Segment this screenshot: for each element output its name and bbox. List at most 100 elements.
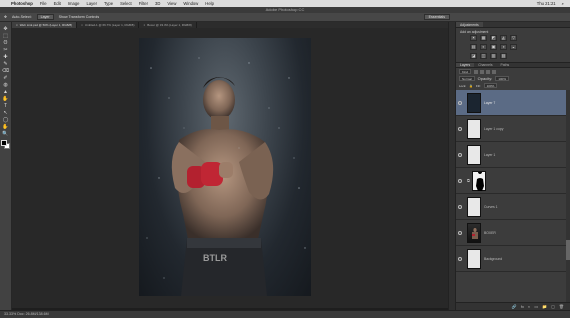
panel-dock-strip[interactable] [448,22,456,310]
menu-type[interactable]: Type [104,1,113,6]
color-swatches[interactable] [1,140,10,149]
add-mask-icon[interactable]: ▭ [534,304,538,309]
shape-filter-icon[interactable] [492,69,497,74]
hue-saturation-icon[interactable]: ▤ [470,44,477,50]
zoom-tool-icon[interactable]: 🔍 [2,131,10,137]
layer-row[interactable]: Layer 7 [456,90,570,116]
shape-tool-icon[interactable]: ◯ [2,117,10,123]
close-icon[interactable]: × [81,23,83,27]
visibility-eye-icon[interactable] [458,178,462,183]
type-tool-icon[interactable]: T [2,103,10,109]
lock-icon[interactable]: 🔒 [469,84,473,88]
menu-layer[interactable]: Layer [86,1,96,6]
invert-icon[interactable]: ◪ [470,53,477,59]
layer-name[interactable]: Layer 1 [484,153,495,157]
layers-scrollbar[interactable] [566,90,570,302]
scroll-thumb[interactable] [566,240,570,260]
zoom-level[interactable]: 33.33% [4,312,16,316]
gradient-tool-icon[interactable]: ▲ [2,89,10,95]
close-icon[interactable]: × [16,23,18,27]
pixel-filter-icon[interactable] [474,69,479,74]
show-transform-checkbox[interactable]: Show Transform Controls [59,15,100,19]
brush-tool-icon[interactable]: ✎ [2,61,10,67]
layer-row[interactable]: Layer 1 copy [456,116,570,142]
app-menu[interactable]: Photoshop [11,1,33,6]
menu-window[interactable]: Window [183,1,198,6]
menu-edit[interactable]: Edit [54,1,61,6]
color-balance-icon[interactable]: ◐ [480,44,487,50]
layer-name[interactable]: BOXER [484,231,496,235]
eraser-tool-icon[interactable]: ⌫ [2,68,10,74]
visibility-eye-icon[interactable] [458,126,462,131]
trash-icon[interactable]: 🗑 [559,304,564,309]
menu-help[interactable]: Help [205,1,214,6]
fx-icon[interactable]: fx [521,304,524,309]
crop-tool-icon[interactable]: ✂ [2,47,10,53]
levels-icon[interactable]: ▦ [480,35,487,41]
healing-tool-icon[interactable]: ✚ [2,54,10,60]
add-adjustment-icon[interactable]: ◐ [528,304,530,309]
vibrance-icon[interactable]: ▽ [510,35,517,41]
menu-file[interactable]: File [40,1,47,6]
auto-select-label[interactable]: Auto-Select: [12,15,32,19]
black-white-icon[interactable]: ▣ [490,44,497,50]
link-layers-icon[interactable]: 🔗 [512,304,517,309]
layer-name[interactable]: Layer 7 [484,101,495,105]
visibility-eye-icon[interactable] [458,256,462,261]
menu-image[interactable]: Image [68,1,80,6]
layer-row[interactable]: Background [456,246,570,272]
threshold-icon[interactable]: ▥ [490,53,497,59]
brightness-icon[interactable]: ☀ [470,35,477,41]
kind-filter-select[interactable]: Kind [459,69,472,74]
type-filter-icon[interactable] [486,69,491,74]
auto-select-dropdown[interactable]: Layer [36,14,54,20]
foreground-color[interactable] [1,140,7,146]
adjustments-grid: ☀ ▦ ◩ ◭ ▽ ▤ ◐ ▣ ◑ ◒ ◪ ◫ ▥ ▧ [456,35,570,59]
close-icon[interactable]: × [143,23,145,27]
layer-name[interactable]: Background [484,257,502,261]
layer-name[interactable]: Layer 1 copy [484,127,503,131]
marquee-tool-icon[interactable]: ⬚ [2,33,10,39]
visibility-eye-icon[interactable] [458,100,462,105]
layer-name[interactable]: Curves 1 [484,205,498,209]
document-image[interactable]: BTLR [139,38,311,296]
curves-icon[interactable]: ◩ [490,35,497,41]
menu-filter[interactable]: Filter [139,1,148,6]
layer-row[interactable]: BOXER [456,220,570,246]
exposure-icon[interactable]: ◭ [500,35,507,41]
tab-layers[interactable]: Layers [456,63,475,67]
adjustment-filter-icon[interactable] [480,69,485,74]
hand-tool-icon[interactable]: ✋ [2,124,10,130]
pen-tool-icon[interactable]: ✐ [2,75,10,81]
posterize-icon[interactable]: ◫ [480,53,487,59]
visibility-eye-icon[interactable] [458,204,462,209]
tab-paths[interactable]: Paths [497,63,514,67]
layer-row[interactable]: ⧉ [456,168,570,194]
blend-mode-select[interactable]: Normal [459,76,475,81]
tab-channels[interactable]: Channels [474,63,496,67]
dodge-tool-icon[interactable]: ◍ [2,82,10,88]
move-tool-icon[interactable]: ✥ [2,26,10,32]
new-group-icon[interactable]: 📁 [542,304,547,309]
layer-row[interactable]: Layer 1 [456,142,570,168]
smudge-tool-icon[interactable]: ✋ [2,96,10,102]
tab-adjustments[interactable]: Adjustments [456,22,483,27]
gradient-map-icon[interactable]: ▧ [500,53,507,59]
canvas-area[interactable]: BTLR [12,28,448,308]
visibility-eye-icon[interactable] [458,152,462,157]
move-tool-icon[interactable]: ✥ [4,15,7,19]
photo-filter-icon[interactable]: ◑ [500,44,507,50]
menu-view[interactable]: View [167,1,176,6]
search-icon[interactable]: ⌕ [562,1,564,6]
workspace-select[interactable]: Essentials [423,14,450,20]
new-layer-icon[interactable]: ▢ [551,304,555,309]
lasso-tool-icon[interactable]: ʘ [2,40,10,46]
layer-row[interactable]: Curves 1 [456,194,570,220]
menu-3d[interactable]: 3D [155,1,160,6]
channel-mixer-icon[interactable]: ◒ [510,44,517,50]
visibility-eye-icon[interactable] [458,230,462,235]
opacity-field[interactable]: 100% [495,76,510,81]
path-select-tool-icon[interactable]: ↖ [2,110,10,116]
menu-select[interactable]: Select [120,1,132,6]
fill-field[interactable]: 100% [483,83,498,88]
